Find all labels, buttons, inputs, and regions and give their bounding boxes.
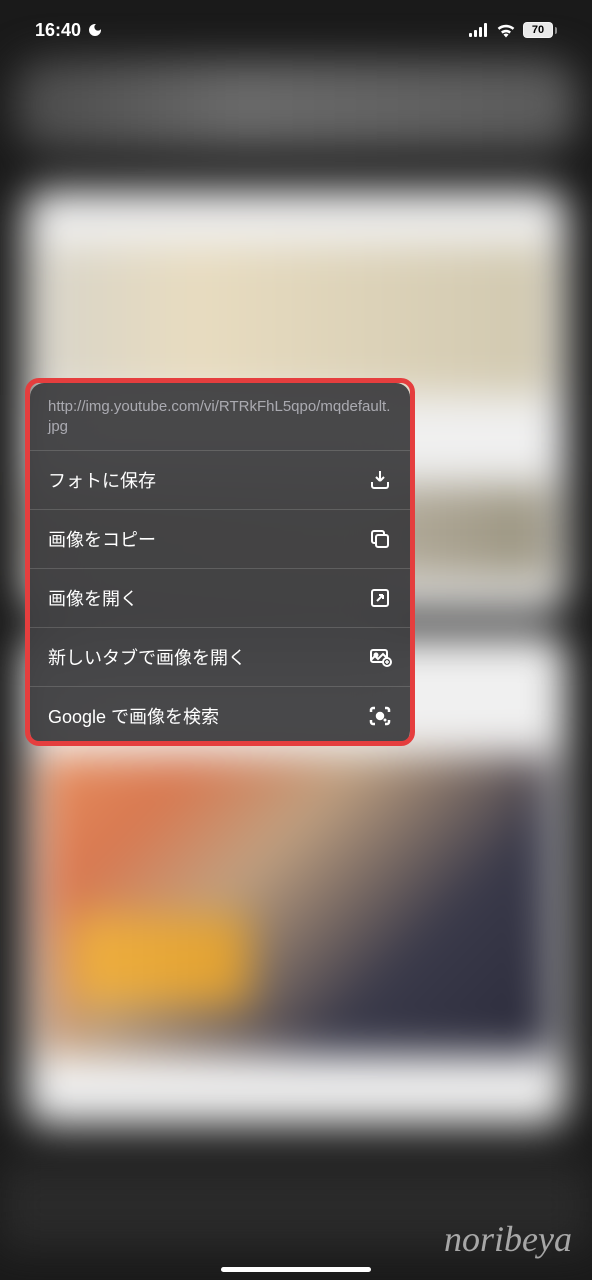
status-time: 16:40 [35,20,103,41]
cellular-signal-icon [469,22,489,38]
google-image-search-item[interactable]: Google で画像を検索 [30,687,410,745]
menu-item-label: 新しいタブで画像を開く [48,644,246,670]
battery-percentage: 70 [524,23,552,37]
copy-icon [368,527,392,551]
home-indicator[interactable] [221,1267,371,1272]
open-external-icon [368,586,392,610]
download-icon [368,468,392,492]
image-plus-icon [368,645,392,669]
open-image-item[interactable]: 画像を開く [30,569,410,628]
lens-icon [368,704,392,728]
image-context-menu: http://img.youtube.com/vi/RTRkFhL5qpo/mq… [30,383,410,745]
do-not-disturb-icon [87,22,103,38]
save-to-photos-item[interactable]: フォトに保存 [30,451,410,510]
context-menu-url: http://img.youtube.com/vi/RTRkFhL5qpo/mq… [30,383,410,451]
menu-item-label: 画像をコピー [48,526,156,552]
menu-item-label: 画像を開く [48,585,138,611]
copy-image-item[interactable]: 画像をコピー [30,510,410,569]
battery-indicator: 70 [523,22,557,38]
watermark-text: noribeya [444,1218,572,1260]
wifi-icon [496,22,516,38]
time-text: 16:40 [35,20,81,41]
open-image-new-tab-item[interactable]: 新しいタブで画像を開く [30,628,410,687]
menu-item-label: フォトに保存 [48,467,156,493]
menu-item-label: Google で画像を検索 [48,703,219,729]
status-bar: 16:40 70 [0,0,592,60]
status-indicators: 70 [469,22,557,38]
